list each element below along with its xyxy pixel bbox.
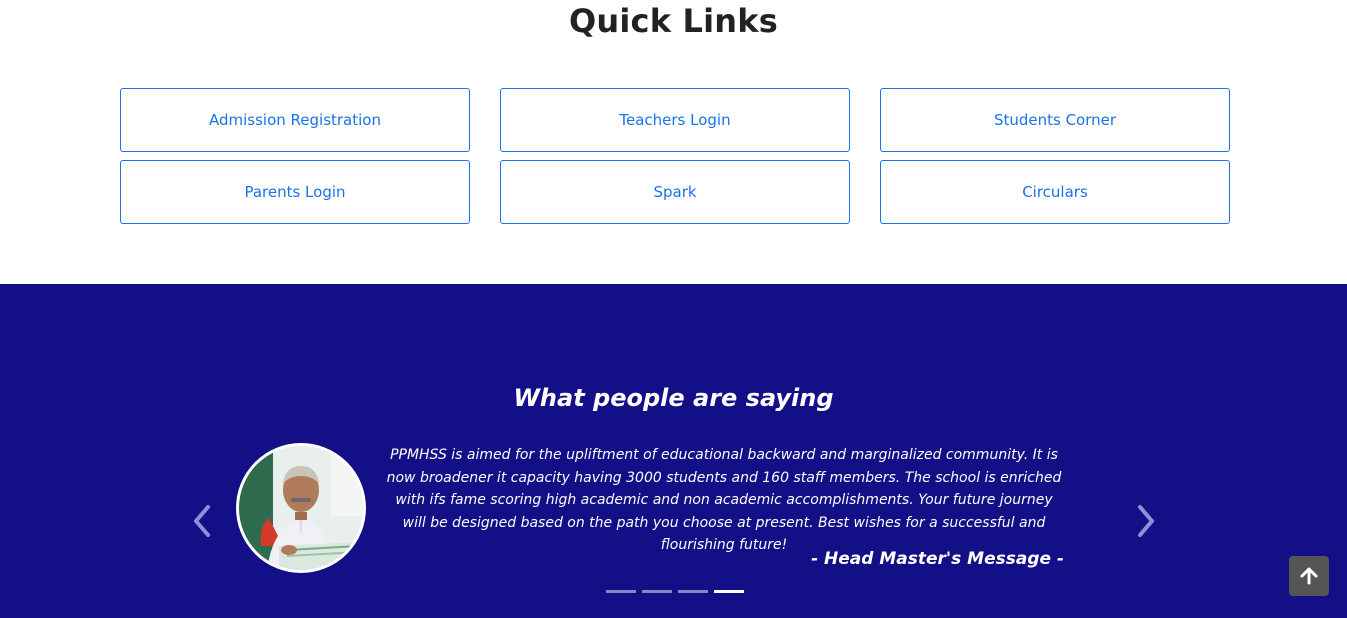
person-photo-illustration xyxy=(239,446,363,570)
students-corner-button[interactable]: Students Corner xyxy=(880,88,1230,152)
page: Quick Links Admission Registration Teach… xyxy=(0,0,1347,618)
quick-links-grid: Admission Registration Teachers Login St… xyxy=(120,88,1230,224)
carousel-indicator-1[interactable] xyxy=(606,590,636,593)
carousel-indicators xyxy=(606,590,744,593)
admission-registration-button[interactable]: Admission Registration xyxy=(120,88,470,152)
circulars-button[interactable]: Circulars xyxy=(880,160,1230,224)
head-master-photo xyxy=(236,443,366,573)
chevron-right-icon xyxy=(1138,505,1154,537)
testimonials-section: What people are saying PPMHSS is aimed f… xyxy=(0,284,1347,618)
parents-login-button[interactable]: Parents Login xyxy=(120,160,470,224)
scroll-to-top-button[interactable] xyxy=(1289,556,1329,596)
testimonials-title: What people are saying xyxy=(513,384,834,412)
carousel-next-button[interactable] xyxy=(1134,501,1158,541)
carousel-indicator-2[interactable] xyxy=(642,590,672,593)
quick-links-title: Quick Links xyxy=(568,2,778,40)
spark-button[interactable]: Spark xyxy=(500,160,850,224)
chevron-left-icon xyxy=(194,505,210,537)
testimonial-author: - Head Master's Message - xyxy=(811,549,1064,569)
carousel-indicator-3[interactable] xyxy=(678,590,708,593)
arrow-up-icon xyxy=(1300,567,1318,585)
carousel-prev-button[interactable] xyxy=(190,501,214,541)
testimonial-quote: PPMHSS is aimed for the upliftment of ed… xyxy=(386,447,1062,553)
teachers-login-button[interactable]: Teachers Login xyxy=(500,88,850,152)
quick-links-section: Quick Links Admission Registration Teach… xyxy=(0,0,1347,284)
carousel-indicator-4[interactable] xyxy=(714,590,744,593)
